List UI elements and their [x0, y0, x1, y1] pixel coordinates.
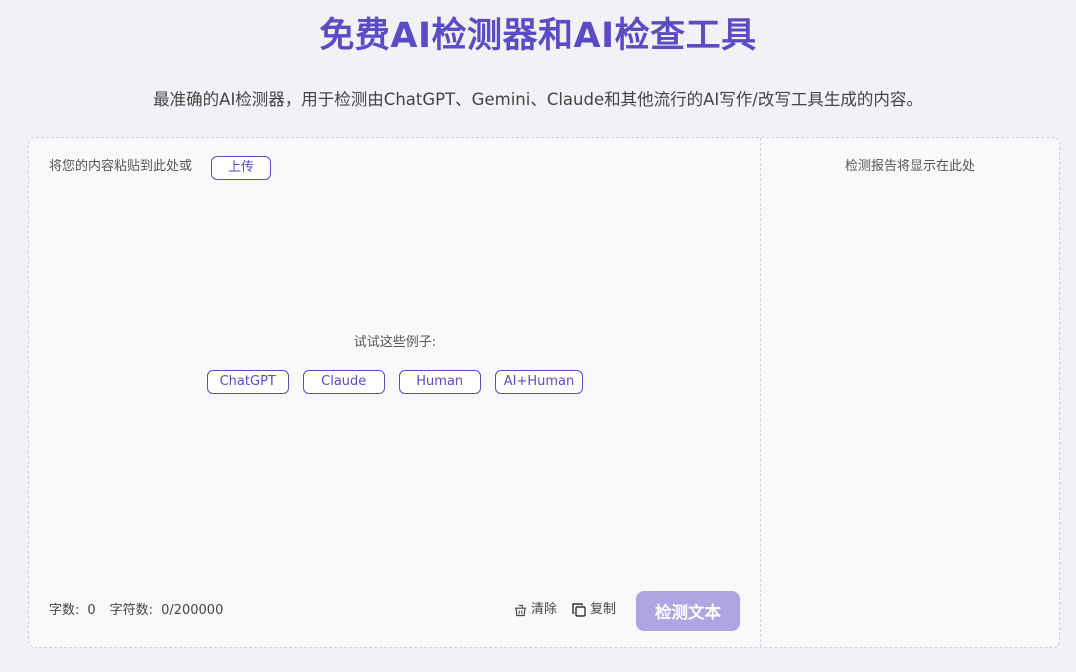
word-count-value: 0: [87, 603, 96, 618]
char-count-label: 字符数:: [109, 603, 154, 618]
example-buttons: ChatGPT Claude Human AI+Human: [29, 370, 761, 394]
detect-text-button[interactable]: 检测文本: [636, 591, 740, 631]
text-editor[interactable]: 将您的内容粘贴到此处或 上传 试试这些例子: ChatGPT Claude Hu…: [29, 138, 761, 647]
report-panel: 检测报告将显示在此处: [761, 138, 1059, 647]
basket-icon: [514, 604, 527, 617]
clear-label: 清除: [531, 602, 558, 617]
copy-icon: [572, 603, 586, 617]
clear-button[interactable]: 清除: [514, 600, 557, 620]
word-count-label: 字数:: [49, 603, 80, 618]
page-title: 免费AI检测器和AI检查工具: [319, 16, 757, 56]
examples-label: 试试这些例子:: [353, 335, 437, 350]
example-claude-button[interactable]: Claude: [302, 370, 385, 394]
copy-label: 复制: [590, 602, 617, 617]
detector-panel: 将您的内容粘贴到此处或 上传 试试这些例子: ChatGPT Claude Hu…: [28, 137, 1060, 648]
page-subtitle: 最准确的AI检测器，用于检测由ChatGPT、Gemini、Claude和其他流…: [153, 90, 923, 109]
example-chatgpt-button[interactable]: ChatGPT: [206, 370, 289, 394]
example-ai-human-button[interactable]: AI+Human: [494, 370, 584, 394]
upload-button[interactable]: 上传: [211, 156, 271, 180]
report-placeholder: 检测报告将显示在此处: [844, 159, 975, 174]
paste-hint: 将您的内容粘贴到此处或: [49, 159, 193, 174]
example-human-button[interactable]: Human: [398, 370, 481, 394]
text-stats: 字数: 0 字符数: 0/200000: [49, 602, 223, 620]
char-count-value: 0/200000: [161, 603, 224, 618]
copy-button[interactable]: 复制: [572, 600, 616, 620]
